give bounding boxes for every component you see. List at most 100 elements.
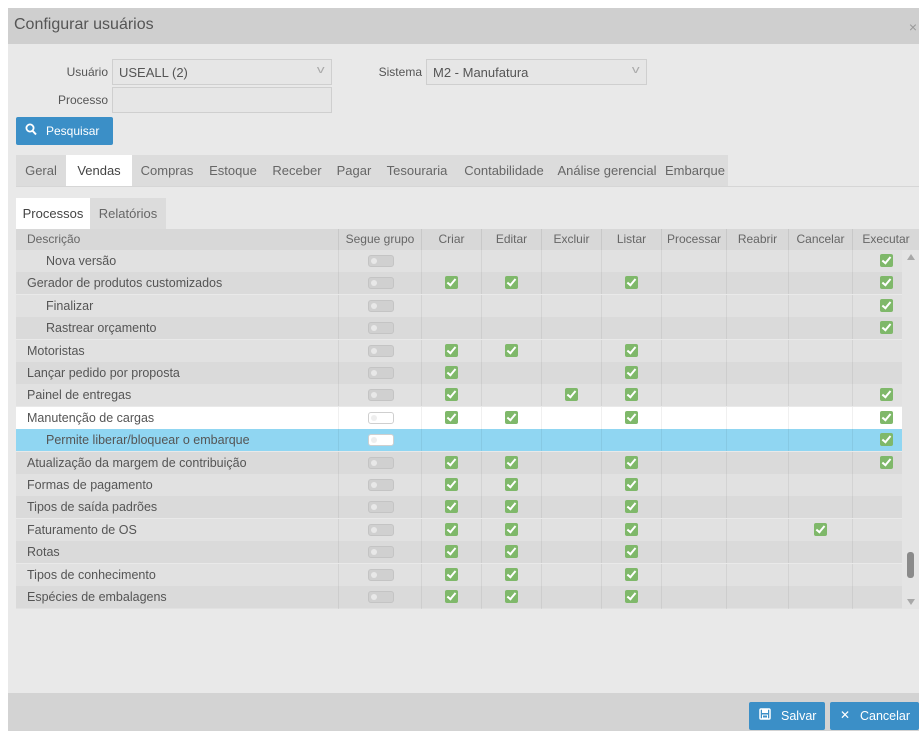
column-header-excluir[interactable]: Excluir [541,229,601,250]
tab-contabilidade[interactable]: Contabilidade [456,155,552,186]
cell-processar[interactable] [661,608,726,609]
cancel-button[interactable]: ✕ Cancelar [830,702,919,730]
cell-listar[interactable] [601,586,661,608]
cell-listar[interactable] [601,339,661,362]
usuario-select[interactable]: USEALL (2) v [112,59,332,85]
cell-segue[interactable] [338,518,421,541]
checkbox-icon[interactable] [625,522,638,536]
table-row[interactable]: Rotas [16,541,902,564]
table-row[interactable]: CT-e [16,608,902,609]
cell-segue[interactable] [338,496,421,519]
cell-reabrir[interactable] [726,384,788,407]
cell-processar[interactable] [661,563,726,586]
cell-excluir[interactable] [541,250,601,272]
cell-editar[interactable] [481,339,541,362]
cell-processar[interactable] [661,384,726,407]
cell-criar[interactable] [421,406,481,429]
cell-criar[interactable] [421,586,481,608]
cell-editar[interactable] [481,451,541,474]
cell-processar[interactable] [661,451,726,474]
tab-vendas[interactable]: Vendas [66,155,132,186]
checkbox-icon[interactable] [505,545,518,559]
cell-reabrir[interactable] [726,563,788,586]
checkbox-icon[interactable] [445,522,458,536]
checkbox-icon[interactable] [565,388,578,402]
cell-reabrir[interactable] [726,250,788,272]
cell-segue[interactable] [338,541,421,564]
toggle-icon[interactable] [368,389,394,402]
cell-criar[interactable] [421,496,481,519]
cell-excluir[interactable] [541,608,601,609]
cell-segue[interactable] [338,563,421,586]
checkbox-icon[interactable] [625,500,638,514]
cell-segue[interactable] [338,317,421,340]
cell-cancelar[interactable] [788,384,852,407]
cell-segue[interactable] [338,406,421,429]
cell-processar[interactable] [661,250,726,272]
tab-tesouraria[interactable]: Tesouraria [378,155,456,186]
cell-excluir[interactable] [541,362,601,384]
column-header-segue-grupo[interactable]: Segue grupo [338,229,421,250]
cell-listar[interactable] [601,429,661,452]
cell-excluir[interactable] [541,294,601,317]
checkbox-icon[interactable] [445,343,458,357]
table-row[interactable]: Tipos de saída padrões [16,496,902,519]
cell-editar[interactable] [481,294,541,317]
cell-cancelar[interactable] [788,451,852,474]
cell-criar[interactable] [421,518,481,541]
cell-processar[interactable] [661,541,726,564]
checkbox-icon[interactable] [625,366,638,379]
toggle-icon[interactable] [368,434,394,447]
cell-excluir[interactable] [541,563,601,586]
tab-relatorios[interactable]: Relatórios [90,198,166,229]
cell-listar[interactable] [601,384,661,407]
column-header-reabrir[interactable]: Reabrir [726,229,788,250]
cell-cancelar[interactable] [788,339,852,362]
toggle-icon[interactable] [368,501,394,514]
cell-processar[interactable] [661,317,726,340]
toggle-icon[interactable] [368,255,394,267]
checkbox-icon[interactable] [625,478,638,491]
cell-excluir[interactable] [541,272,601,295]
cell-excluir[interactable] [541,406,601,429]
table-row[interactable]: Motoristas [16,339,902,362]
cell-excluir[interactable] [541,429,601,452]
checkbox-icon[interactable] [625,343,638,357]
cell-editar[interactable] [481,429,541,452]
cell-segue[interactable] [338,384,421,407]
cell-listar[interactable] [601,272,661,295]
cell-excluir[interactable] [541,586,601,608]
cell-cancelar[interactable] [788,608,852,609]
cell-processar[interactable] [661,474,726,496]
cell-criar[interactable] [421,429,481,452]
checkbox-icon[interactable] [625,276,638,290]
tab-embarque[interactable]: Embarque [662,155,728,186]
cell-reabrir[interactable] [726,362,788,384]
checkbox-icon[interactable] [625,590,638,603]
checkbox-icon[interactable] [445,388,458,402]
column-header-processar[interactable]: Processar [661,229,726,250]
cell-processar[interactable] [661,496,726,519]
checkbox-icon[interactable] [625,567,638,581]
checkbox-icon[interactable] [625,545,638,559]
cell-reabrir[interactable] [726,339,788,362]
checkbox-icon[interactable] [880,388,893,402]
cell-listar[interactable] [601,518,661,541]
cell-reabrir[interactable] [726,272,788,295]
table-row[interactable]: Gerador de produtos customizados [16,272,902,295]
cell-excluir[interactable] [541,451,601,474]
column-header-executar[interactable]: Executar [852,229,919,250]
cell-cancelar[interactable] [788,496,852,519]
cell-criar[interactable] [421,474,481,496]
checkbox-icon[interactable] [445,567,458,581]
cell-excluir[interactable] [541,384,601,407]
toggle-icon[interactable] [368,568,394,581]
cell-excluir[interactable] [541,474,601,496]
cell-cancelar[interactable] [788,474,852,496]
cell-reabrir[interactable] [726,541,788,564]
cell-segue[interactable] [338,608,421,609]
cell-excluir[interactable] [541,317,601,340]
vertical-scrollbar[interactable] [902,250,919,609]
cell-editar[interactable] [481,406,541,429]
tab-analise-gerencial[interactable]: Análise gerencial [552,155,662,186]
